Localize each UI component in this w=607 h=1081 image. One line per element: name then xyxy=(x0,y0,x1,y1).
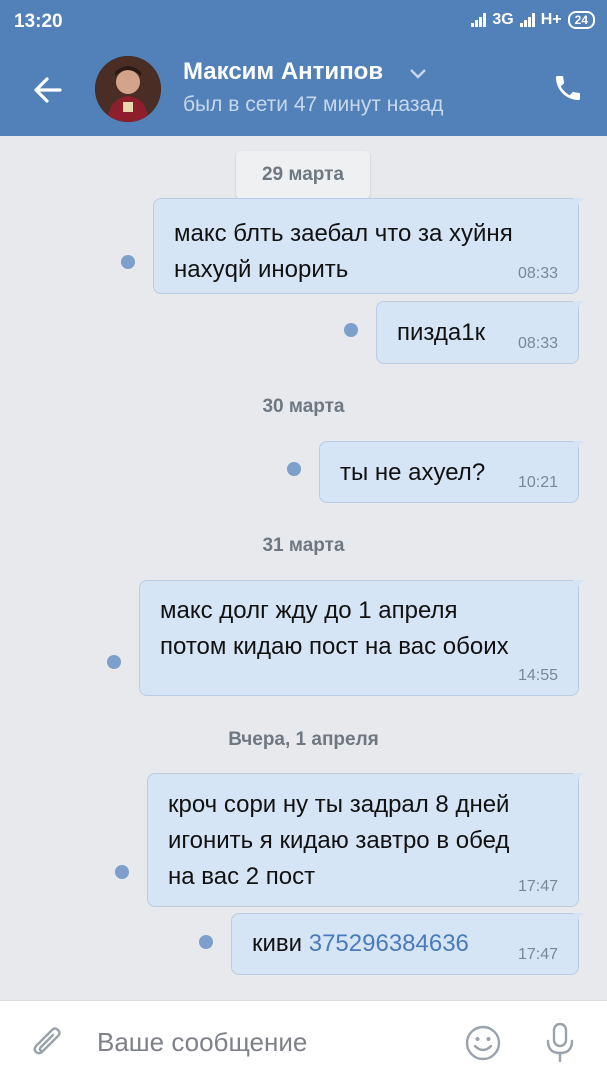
unread-indicator xyxy=(115,865,129,879)
back-arrow-icon[interactable] xyxy=(30,72,66,108)
status-time: 13:20 xyxy=(14,11,63,32)
status-indicators: 3G H+ 24 xyxy=(471,11,595,29)
message-text: макс долг жду до 1 апреля xyxy=(160,597,458,624)
chevron-down-icon[interactable] xyxy=(409,68,427,80)
microphone-icon[interactable] xyxy=(542,1021,578,1063)
message-text: потом кидаю пост на вас обоих xyxy=(160,633,509,660)
message-text: на вас 2 пост xyxy=(168,863,316,890)
message-text: макс блть заебал что за хуйня xyxy=(174,220,513,247)
contact-last-seen: был в сети 47 минут назад xyxy=(183,93,444,116)
message-bubble[interactable]: пизда1к 08:33 xyxy=(376,301,584,364)
message-time: 08:33 xyxy=(517,265,558,282)
message-text: киви xyxy=(252,930,303,957)
signal-icon xyxy=(471,13,487,27)
avatar[interactable] xyxy=(95,56,161,122)
message-composer: Ваше сообщение xyxy=(0,1000,607,1081)
unread-indicator xyxy=(121,255,135,269)
status-bar: 13:20 3G H+ 24 xyxy=(0,0,607,44)
message-bubble[interactable]: киви 375296384636 17:47 xyxy=(231,913,584,975)
message-text: игонить я кидаю завтро в обед xyxy=(168,827,510,854)
message-time: 14:55 xyxy=(517,667,558,684)
message-bubble[interactable]: кроч сори ну ты задрал 8 дней игонить я … xyxy=(147,773,584,907)
message-bubble[interactable]: макс блть заебал что за хуйня нахуqй ино… xyxy=(153,198,584,294)
message-time: 08:33 xyxy=(517,335,558,352)
message-time: 17:47 xyxy=(517,946,558,963)
message-input[interactable]: Ваше сообщение xyxy=(97,1027,307,1058)
message-text: кроч сори ну ты задрал 8 дней xyxy=(168,791,510,818)
message-list[interactable]: 29 марта макс блть заебал что за хуйня н… xyxy=(0,136,607,1000)
message-text: нахуqй инорить xyxy=(174,256,349,283)
date-separator: Вчера, 1 апреля xyxy=(228,729,379,750)
message-text: ты не ахуел? xyxy=(340,459,486,486)
battery-icon: 24 xyxy=(567,11,595,29)
phone-number-link[interactable]: 375296384636 xyxy=(309,930,469,957)
unread-indicator xyxy=(287,462,301,476)
date-separator: 30 марта xyxy=(262,396,345,417)
unread-indicator xyxy=(107,655,121,669)
unread-indicator xyxy=(199,935,213,949)
emoji-icon[interactable] xyxy=(464,1024,502,1062)
network-type-secondary: H+ xyxy=(540,11,562,28)
date-separator: 31 марта xyxy=(262,535,345,556)
phone-icon[interactable] xyxy=(552,72,584,104)
date-separator: 29 марта xyxy=(236,151,370,199)
signal-icon xyxy=(519,13,535,27)
message-time: 10:21 xyxy=(517,474,558,491)
message-time: 17:47 xyxy=(517,878,558,895)
message-text: пизда1к xyxy=(397,319,486,346)
chat-header: Максим Антипов был в сети 47 минут назад xyxy=(0,44,607,136)
message-bubble[interactable]: макс долг жду до 1 апреля потом кидаю по… xyxy=(139,580,584,696)
message-bubble[interactable]: ты не ахуел? 10:21 xyxy=(319,441,584,503)
unread-indicator xyxy=(344,323,358,337)
network-type: 3G xyxy=(492,11,514,28)
contact-name[interactable]: Максим Антипов xyxy=(183,58,383,86)
paperclip-icon[interactable] xyxy=(28,1023,68,1063)
